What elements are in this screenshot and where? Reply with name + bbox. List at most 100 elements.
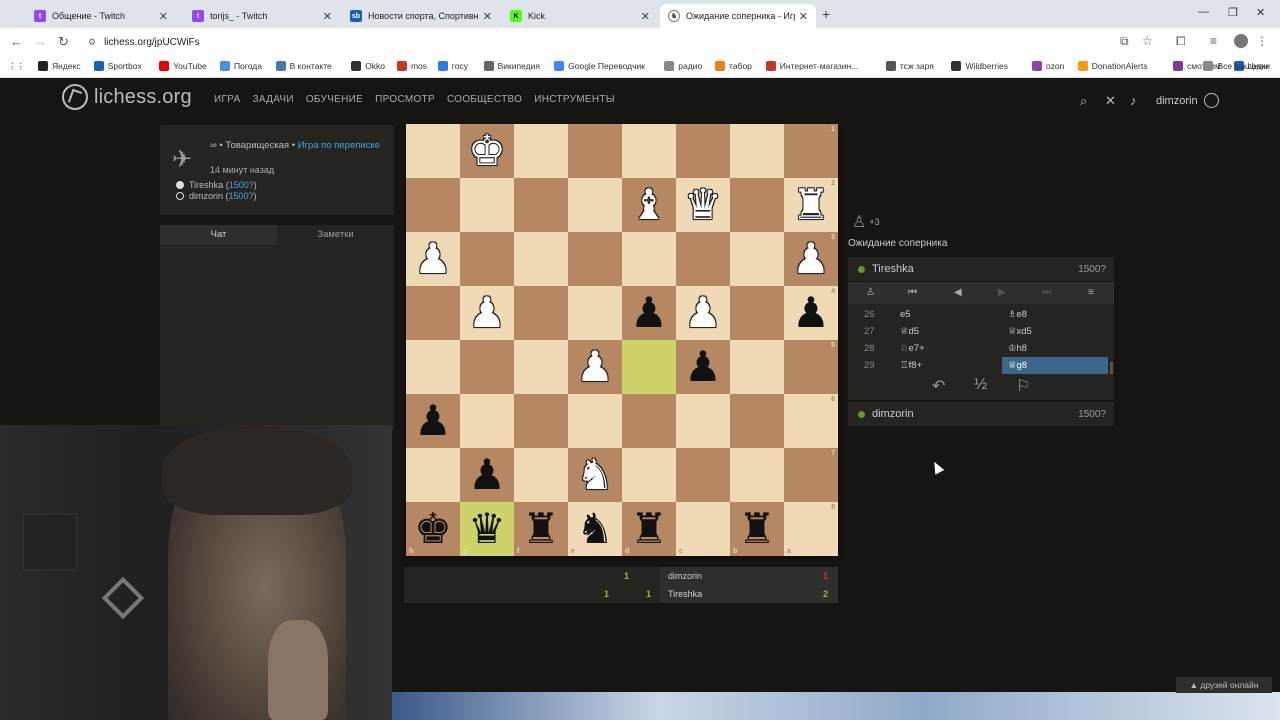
bookmark-item[interactable]: Википедия <box>483 61 540 71</box>
board-square[interactable] <box>676 232 730 286</box>
board-square[interactable] <box>730 286 784 340</box>
bookmark-item[interactable]: Okko <box>351 61 385 71</box>
browser-tab[interactable]: K Kick ✕ <box>502 4 658 28</box>
board-square[interactable]: ♟ <box>460 448 514 502</box>
nav-play[interactable]: ИГРА <box>214 94 240 105</box>
board-square[interactable] <box>730 448 784 502</box>
analysis-icon[interactable]: ♙ <box>866 287 875 298</box>
user-menu[interactable]: dimzorin <box>1156 93 1219 108</box>
board-square[interactable]: ♛ <box>676 178 730 232</box>
board-square[interactable] <box>730 178 784 232</box>
bookmark-item[interactable]: Sportbox <box>93 61 142 71</box>
back-icon[interactable]: ← <box>10 34 23 49</box>
install-icon[interactable]: ⧉ <box>1120 34 1129 49</box>
board-square[interactable] <box>460 394 514 448</box>
bookmark-item[interactable]: mos <box>396 61 427 71</box>
black-pawn-icon[interactable]: ♟ <box>684 346 722 388</box>
challenge-icon[interactable]: ✕ <box>1105 93 1116 109</box>
board-square[interactable]: ♞ e <box>568 502 622 556</box>
board-square[interactable] <box>406 286 460 340</box>
board-square[interactable]: ♜ b <box>730 502 784 556</box>
white-pawn-icon[interactable]: ♟ <box>576 346 614 388</box>
bookmark-item[interactable]: Google Переводчик <box>554 61 645 71</box>
lichess-logo[interactable]: lichess.org <box>62 84 192 110</box>
bookmark-item[interactable]: Интернет-магазин... <box>765 61 858 71</box>
board-square[interactable] <box>460 340 514 394</box>
black-move[interactable]: ♗e8 <box>1008 309 1027 320</box>
profile-avatar[interactable] <box>1234 34 1248 48</box>
browser-tab[interactable]: t torijs_ - Twitch ✕ <box>184 4 340 28</box>
board-square[interactable]: ♟ <box>622 286 676 340</box>
bookmark-star-icon[interactable]: ☆ <box>1142 34 1153 48</box>
board-square[interactable] <box>514 232 568 286</box>
board-square[interactable] <box>568 124 622 178</box>
friends-online-button[interactable]: ▲ друзей онлайн <box>1176 677 1272 693</box>
board-square[interactable] <box>622 124 676 178</box>
white-move[interactable]: ♖f8+ <box>900 360 922 371</box>
board-square[interactable]: 6 <box>784 394 838 448</box>
bookmark-item[interactable]: DonationAlerts <box>1077 61 1147 71</box>
board-square[interactable]: ♟ <box>568 340 622 394</box>
hamburger-menu-icon[interactable]: ≡ <box>1088 287 1094 298</box>
black-move[interactable]: ♔h8 <box>1008 343 1027 354</box>
white-move[interactable]: ♕d5 <box>900 326 919 337</box>
black-queen-icon[interactable]: ♛ <box>468 508 506 550</box>
menu-icon[interactable]: ⋮ <box>1256 34 1268 48</box>
white-rook-icon[interactable]: ♜ <box>792 184 830 226</box>
board-square[interactable] <box>730 124 784 178</box>
black-move[interactable]: ♕xd5 <box>1008 326 1032 337</box>
apps-icon[interactable]: ⋮⋮ <box>8 61 25 72</box>
bookmark-item[interactable]: Wildberries <box>951 61 1008 71</box>
media-icon[interactable]: ≡ <box>1210 34 1217 48</box>
bookmark-item[interactable]: Яндекс <box>38 61 81 71</box>
notification-bell-icon[interactable]: ♪ <box>1130 93 1137 108</box>
last-move-icon[interactable]: ⏭ <box>1042 287 1051 298</box>
tab-notes[interactable]: Заметки <box>277 225 394 245</box>
board-square[interactable]: 7 <box>784 448 838 502</box>
board-square[interactable]: ♝ <box>622 178 676 232</box>
next-move-icon[interactable]: ▶ <box>998 287 1006 298</box>
bookmark-item[interactable]: радио <box>664 61 702 71</box>
browser-tab[interactable]: t Общение - Twitch ✕ <box>26 4 176 28</box>
white-pawn-icon[interactable]: ♟ <box>792 238 830 280</box>
white-knight-icon[interactable]: ♞ <box>576 454 614 496</box>
bookmark-item[interactable]: ozon <box>1031 61 1064 71</box>
site-info-icon[interactable]: ⚙ <box>88 37 96 48</box>
offer-draw-button[interactable]: ½ <box>974 376 987 394</box>
board-square[interactable]: 1 <box>784 124 838 178</box>
bookmark-item[interactable]: госу <box>437 61 468 71</box>
board-square[interactable]: ♞ <box>568 448 622 502</box>
black-rook-icon[interactable]: ♜ <box>738 508 776 550</box>
black-king-icon[interactable]: ♚ <box>414 508 452 550</box>
board-square[interactable]: 5 <box>784 340 838 394</box>
black-pawn-icon[interactable]: ♟ <box>414 400 452 442</box>
resign-flag-icon[interactable]: ⚐ <box>1016 376 1030 396</box>
board-square[interactable] <box>676 394 730 448</box>
browser-tab[interactable]: sb Новости спорта, Спортивная ✕ <box>342 4 500 28</box>
white-queen-icon[interactable]: ♛ <box>684 184 722 226</box>
black-pawn-icon[interactable]: ♟ <box>792 292 830 334</box>
opponent-bar[interactable]: Tireshka 1500? <box>848 257 1114 281</box>
board-square[interactable] <box>622 448 676 502</box>
board-square[interactable] <box>622 394 676 448</box>
board-square[interactable] <box>568 232 622 286</box>
board-square[interactable] <box>568 286 622 340</box>
close-window-icon[interactable]: ✕ <box>1256 6 1265 19</box>
player-bar[interactable]: dimzorin 1500? <box>848 402 1114 426</box>
extensions-icon[interactable]: ⧠ <box>1176 34 1186 49</box>
board-square[interactable]: ♟ <box>676 286 730 340</box>
bookmark-item[interactable]: Погода <box>219 61 262 71</box>
black-player[interactable]: dimzorin (1500?) <box>176 191 257 201</box>
board-square[interactable] <box>676 448 730 502</box>
reload-icon[interactable]: ↻ <box>58 34 69 50</box>
black-pawn-icon[interactable]: ♟ <box>630 292 668 334</box>
all-bookmarks[interactable]: Все закладки <box>1203 61 1270 71</box>
white-move[interactable]: ♘e7+ <box>900 343 925 354</box>
board-square[interactable] <box>460 178 514 232</box>
board-square[interactable]: ♟ 4 <box>784 286 838 340</box>
board-square[interactable] <box>514 340 568 394</box>
search-icon[interactable]: ⌕ <box>1080 93 1087 109</box>
move-list-scrollbar[interactable] <box>1110 362 1113 374</box>
board-square[interactable]: ♟ <box>676 340 730 394</box>
board-square[interactable] <box>514 448 568 502</box>
